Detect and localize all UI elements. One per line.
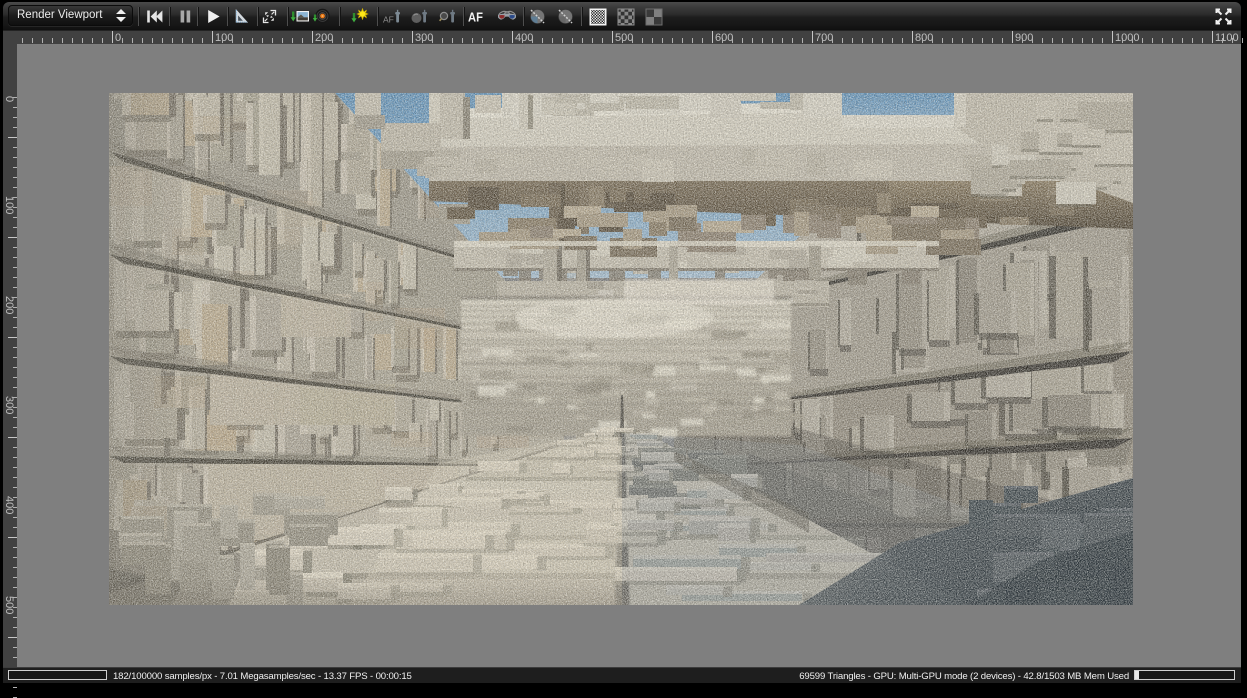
svg-text:AF: AF (383, 15, 394, 25)
svg-text:AF: AF (468, 10, 483, 25)
